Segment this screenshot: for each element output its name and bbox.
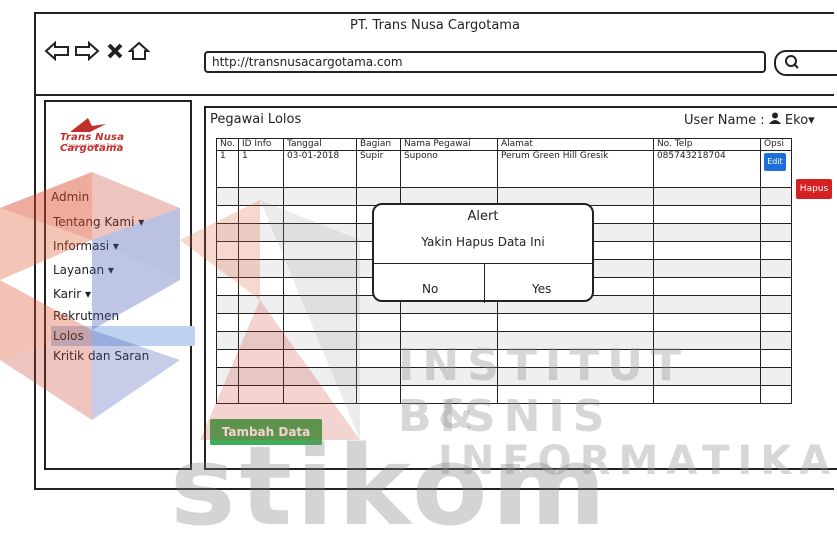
company-logo: Trans Nusa Cargotama Cargo and Logistics… <box>60 116 190 154</box>
table-cell: Supono <box>399 150 498 188</box>
chevron-down-icon: ▾ <box>112 239 119 253</box>
sidebar-item-rekrutmen[interactable]: Rekrutmen <box>51 306 195 326</box>
col-header: Bagian <box>355 138 401 151</box>
table-cell: Perum Green Hill Gresik <box>496 150 654 188</box>
col-header: No. Telp <box>652 138 761 151</box>
home-icon[interactable] <box>127 40 151 67</box>
table-cell: 03-01-2018 <box>282 150 357 188</box>
watermark-line-3: stikom <box>170 422 611 550</box>
chevron-down-icon: ▾ <box>808 113 815 128</box>
sidebar-item-kritik-dan-saran[interactable]: Kritik dan Saran <box>51 346 195 366</box>
page-title: Pegawai Lolos <box>210 112 302 127</box>
table-cell: 1 <box>237 150 284 188</box>
sidebar-item-layanan[interactable]: Layanan ▾ <box>51 260 195 280</box>
arrow-left-icon[interactable] <box>44 40 70 67</box>
user-name: Eko <box>784 113 809 128</box>
col-header: Nama Pegawai <box>399 138 498 151</box>
search-button[interactable] <box>774 50 837 76</box>
window-title: PT. Trans Nusa Cargotama <box>350 18 520 33</box>
col-header: No. <box>216 138 239 151</box>
table-cell: 085743218704 <box>652 150 761 188</box>
sidebar-item-lolos[interactable]: Lolos <box>51 326 195 346</box>
arrow-right-icon[interactable] <box>74 40 100 67</box>
chevron-down-icon: ▾ <box>107 263 114 277</box>
chevron-down-icon: ▾ <box>138 215 145 229</box>
alert-message: Yakin Hapus Data Ini <box>421 235 545 249</box>
sidebar-item-karir[interactable]: Karir ▾ <box>51 284 195 304</box>
url-bar[interactable]: http://transnusacargotama.com <box>204 51 766 73</box>
sidebar-item-informasi[interactable]: Informasi ▾ <box>51 236 195 256</box>
search-icon <box>784 52 800 74</box>
table-cell: Supir <box>355 150 401 188</box>
sidebar-item-tentang-kami[interactable]: Tentang Kami ▾ <box>51 212 195 232</box>
close-icon[interactable] <box>106 40 124 67</box>
col-header: Alamat <box>496 138 654 151</box>
table-header-row: No. ID Info Tanggal Bagian Nama Pegawai … <box>216 138 792 151</box>
user-icon <box>768 112 785 128</box>
table-row: 1 1 03-01-2018 Supir Supono Perum Green … <box>216 150 792 188</box>
delete-button[interactable]: Hapus <box>796 179 832 199</box>
table-cell: 1 <box>216 150 239 188</box>
alert-yes-button[interactable]: Yes <box>532 282 551 296</box>
table-row <box>216 313 792 332</box>
col-header: Tanggal <box>282 138 357 151</box>
col-header: Opsi <box>759 138 792 151</box>
alert-dialog: Alert Yakin Hapus Data Ini No Yes <box>372 203 594 303</box>
sidebar: Trans Nusa Cargotama Cargo and Logistics… <box>44 100 195 470</box>
browser-toolbar: PT. Trans Nusa Cargotama http://transnus… <box>36 14 837 96</box>
edit-button[interactable]: Edit <box>763 153 786 171</box>
logo-subtext: Cargo and Logistics Trading <box>66 143 122 148</box>
alert-no-button[interactable]: No <box>422 282 438 296</box>
user-menu[interactable]: User Name : Eko▾ <box>684 112 815 128</box>
table-cell-opsi: Edit <box>759 150 792 188</box>
alert-title: Alert <box>467 209 499 224</box>
alert-button-divider <box>484 263 485 303</box>
col-header: ID Info <box>237 138 284 151</box>
sidebar-heading: Admin <box>51 190 90 204</box>
alert-divider <box>374 263 592 264</box>
chevron-down-icon: ▾ <box>85 287 92 301</box>
